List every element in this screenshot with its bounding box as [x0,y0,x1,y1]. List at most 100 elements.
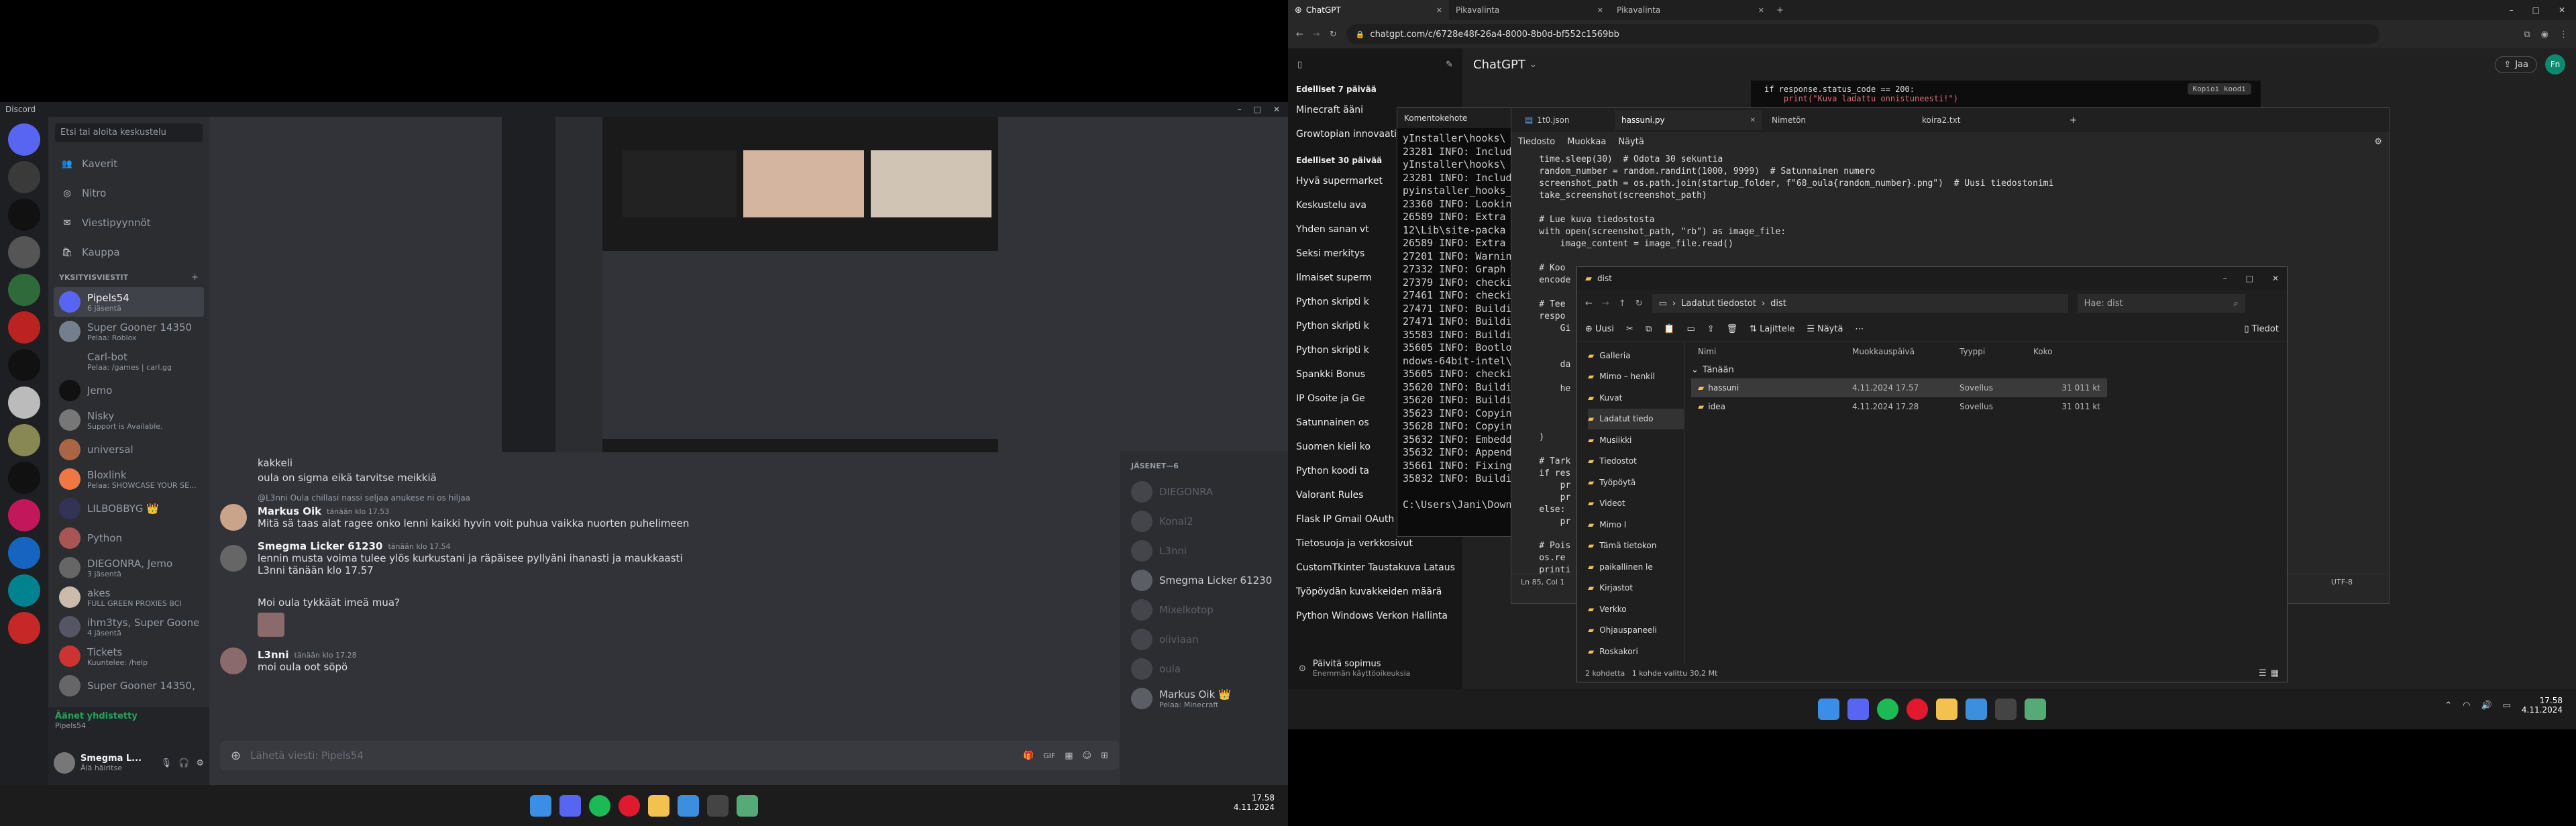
group-header[interactable]: ⌄ Tänään [1691,361,2107,378]
file-row[interactable]: ▰ hassuni 4.11.2024 17.57 Sovellus 31 011 kt [1691,378,2107,397]
forward-icon[interactable]: → [1602,299,1609,309]
message-author[interactable]: Smegma Licker 61230 [258,540,382,552]
avatar[interactable]: Fn [2545,54,2565,74]
gift-icon[interactable]: 🎁 [1023,751,1034,761]
minimize-icon[interactable]: – [2510,5,2514,15]
avatar[interactable] [220,545,247,572]
column-name[interactable]: Nimi [1691,347,1852,356]
headphones-icon[interactable]: 🎧 [178,758,189,768]
chat-history-item[interactable]: Python Windows Verkon Hallinta [1288,604,1462,628]
tab-pikavalinta[interactable]: Pikavalinta ✕ [1449,0,1610,20]
spotify-icon[interactable] [589,794,610,817]
avatar[interactable] [54,752,75,774]
close-icon[interactable]: ✕ [1597,6,1603,15]
member-item[interactable]: DIEGONRA [1126,477,1283,507]
search-input[interactable]: Hae: dist ⌕ [2077,294,2245,313]
battery-icon[interactable]: ▭ [2503,701,2511,711]
nav-item[interactable]: ▰ Verkko [1588,599,1684,620]
nav-item[interactable]: ▰ Kuvat [1588,387,1684,409]
dm-item[interactable]: Super Gooner 14350, ... [54,671,204,701]
column-size[interactable]: Koko [2033,347,2100,356]
notepad-tab[interactable]: ▤ 1t0.json [1518,111,1612,130]
copy-icon[interactable]: ⧉ [1646,324,1652,334]
clock-time[interactable]: 17.58 [1234,793,1275,803]
notepad-tab[interactable]: koira2.txt [1915,111,2063,130]
server-icon[interactable] [8,499,40,531]
new-tab-icon[interactable]: + [1776,5,1784,15]
opera-icon[interactable] [1907,699,1928,720]
nav-item[interactable]: ▰ Videot [1588,493,1684,515]
message-author[interactable]: Markus Oik [258,505,321,517]
terminal-icon[interactable] [707,794,729,817]
discord-icon[interactable] [559,794,581,817]
dm-item[interactable]: Nisky Support is Available. [54,405,204,435]
server-icon[interactable] [8,574,40,607]
terminal-icon[interactable] [1995,699,2017,720]
stream-video[interactable] [502,117,998,452]
new-tab-icon[interactable]: + [2070,115,2077,125]
member-item[interactable]: Mixelkotop [1126,595,1283,625]
profile-icon[interactable]: ◉ [2541,30,2548,40]
new-button[interactable]: ⊕ Uusi [1585,324,1614,334]
menu-icon[interactable]: ⋮ [2559,30,2568,40]
view-button[interactable]: ☰ Näytä [1807,324,1843,334]
server-icon[interactable] [8,537,40,569]
spotify-icon[interactable] [1877,699,1898,720]
back-icon[interactable]: ← [1585,299,1593,309]
tab-pikavalinta-2[interactable]: Pikavalinta ✕ [1610,0,1771,20]
notepad-icon[interactable] [1966,699,1987,720]
chat-history-item[interactable]: CustomTkinter Taustakuva Lataus [1288,556,1462,580]
menu-view[interactable]: Näytä [1618,137,1644,147]
dm-item[interactable]: Bloxlink Pelaa: SHOWCASE YOUR SE... [54,464,204,494]
minimize-icon[interactable]: – [1238,105,1242,114]
member-item[interactable]: Markus Oik 👑 Pelaa: Minecraft [1126,684,1283,713]
nav-item[interactable]: ▰ Työpöytä [1588,472,1684,493]
folder-icon[interactable] [1936,699,1957,720]
dm-item[interactable]: ihm3tys, Super Goone... 4 jäsentä [54,612,204,641]
member-item[interactable]: Smegma Licker 61230 [1126,566,1283,595]
rename-icon[interactable]: ▭ [1686,324,1695,334]
start-icon[interactable] [530,794,551,817]
nav-item[interactable]: ▰ Roskakori [1588,641,1684,662]
reload-icon[interactable]: ↻ [1330,30,1337,40]
dm-item[interactable]: Super Gooner 14350 Pelaa: Roblox [54,317,204,346]
extensions-icon[interactable]: ⧉ [2524,30,2530,40]
nav-shop[interactable]: 🛍 Kauppa [54,238,204,267]
maximize-icon[interactable]: □ [2532,5,2540,15]
share-icon[interactable]: ⇪ [1707,324,1715,334]
folder-icon[interactable] [648,794,669,817]
details-view-icon[interactable]: ☰ [2259,668,2267,678]
more-icon[interactable]: ⋯ [1855,324,1864,334]
nav-item[interactable]: ▰ Tiedostot [1588,451,1684,472]
close-icon[interactable]: ✕ [1758,6,1764,15]
maximize-icon[interactable]: □ [2246,274,2253,283]
chevron-up-icon[interactable]: ⌃ [2445,701,2452,711]
message-input[interactable]: Lähetä viesti: Pipels54 [250,750,1014,762]
address-bar[interactable]: 🔒 chatgpt.com/c/6728e48f-26a4-8000-8b0d-… [1346,24,2379,44]
menu-edit[interactable]: Muokkaa [1567,137,1606,147]
up-icon[interactable]: ↑ [1619,299,1626,309]
server-icon[interactable] [8,161,40,193]
upgrade-plan[interactable]: ⊙ Päivitä sopimus Enemmän käyttöoikeuksi… [1293,652,1457,684]
image-icon[interactable] [2025,699,2046,720]
column-date[interactable]: Muokkauspäivä [1852,347,1960,356]
sort-button[interactable]: ⇅ Lajittele [1750,324,1794,334]
apps-icon[interactable]: ⊞ [1101,751,1108,761]
share-button[interactable]: ⇪ Jaa [2495,56,2537,73]
dm-item[interactable]: Jemo [54,376,204,405]
maximize-icon[interactable]: □ [1254,105,1261,114]
notepad-icon[interactable] [678,794,699,817]
copy-code-button[interactable]: Kopioi koodi [2187,83,2251,95]
notepad-tab-active[interactable]: hassuni.py ✕ [1615,110,1762,130]
opera-icon[interactable] [619,794,640,817]
nav-item[interactable]: ▰ Mimo – henkil [1588,366,1684,388]
close-icon[interactable]: ✕ [2272,274,2279,283]
member-item[interactable]: L3nni [1126,536,1283,566]
nav-item[interactable]: ▰ Tämä tietokon [1588,535,1684,557]
gif-icon[interactable]: GIF [1043,752,1055,760]
image-icon[interactable] [737,794,758,817]
nav-item[interactable]: ▰ Galleria [1588,345,1684,366]
nav-item[interactable]: ▰ Ladatut tiedo [1588,408,1684,429]
nav-item[interactable]: ▰ Musiikki [1588,429,1684,451]
message-author[interactable]: L3nni [258,649,289,661]
